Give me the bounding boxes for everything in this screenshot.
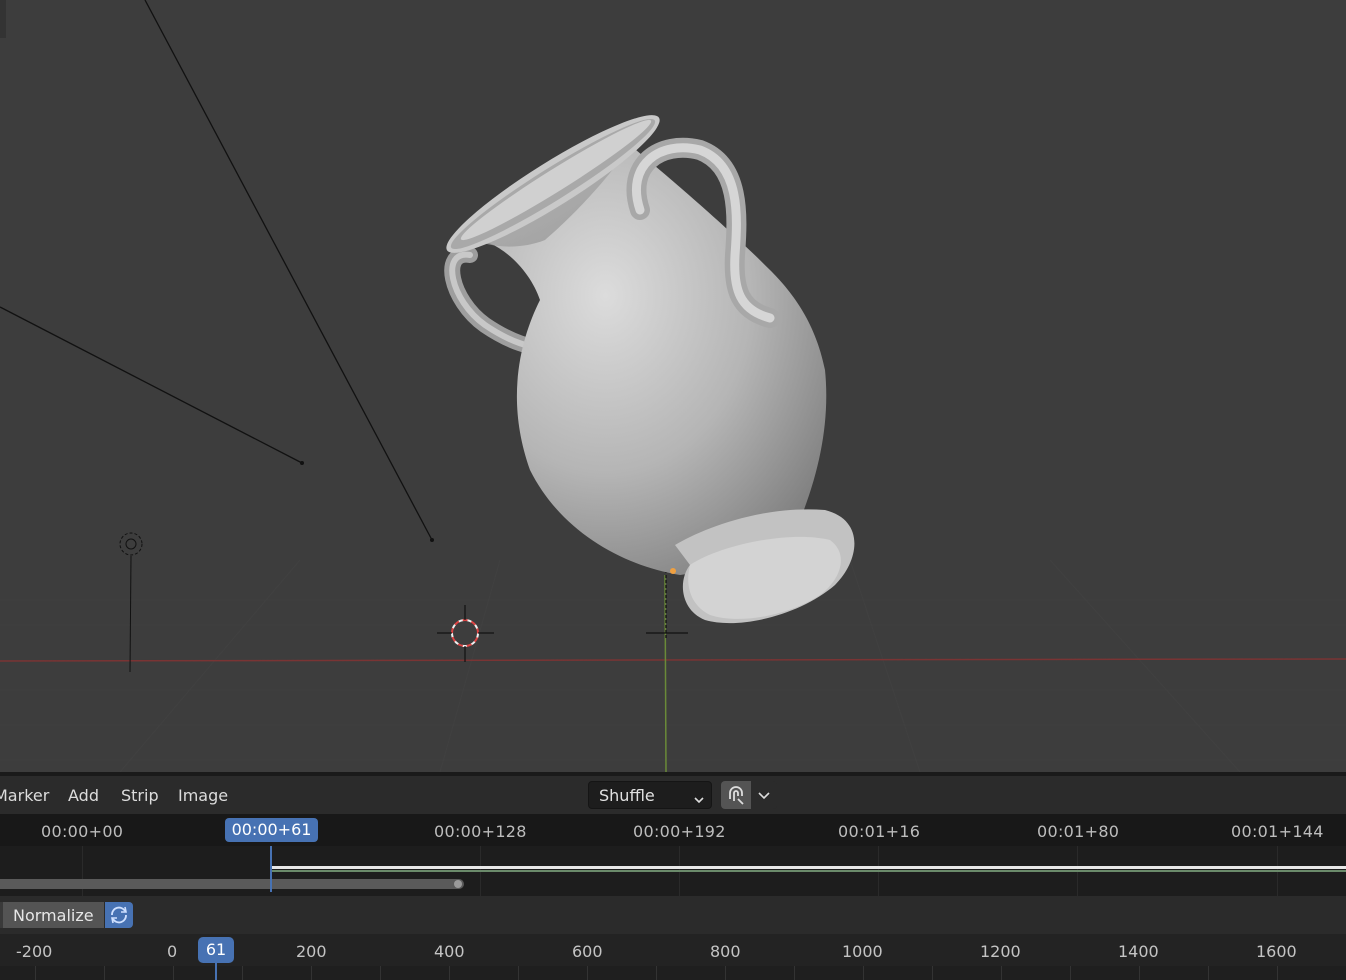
object-origin-icon bbox=[670, 568, 676, 574]
horizontal-scrollbar[interactable] bbox=[0, 879, 464, 889]
sequencer-strip[interactable] bbox=[272, 866, 1346, 869]
timecode-label: 00:01+144 bbox=[1231, 822, 1324, 841]
snap-toggle-button[interactable] bbox=[721, 781, 751, 809]
menu-marker[interactable]: Marker bbox=[0, 786, 49, 805]
scrollbar-handle[interactable] bbox=[454, 880, 462, 888]
refresh-icon bbox=[111, 906, 127, 924]
frame-label: 0 bbox=[167, 942, 178, 961]
light-object-icon bbox=[119, 532, 143, 673]
frame-label: 800 bbox=[710, 942, 741, 961]
current-frame-indicator[interactable]: 61 bbox=[198, 937, 234, 963]
overlap-mode-dropdown[interactable]: Shuffle bbox=[588, 781, 712, 809]
sequencer-strip-bottom bbox=[272, 870, 1346, 872]
frame-label: 1000 bbox=[842, 942, 883, 961]
normalize-label: Normalize bbox=[13, 906, 94, 925]
timecode-label: 00:00+128 bbox=[434, 822, 527, 841]
timecode-label: 00:01+16 bbox=[838, 822, 921, 841]
frame-label: -200 bbox=[16, 942, 53, 961]
graph-playhead[interactable] bbox=[215, 963, 217, 980]
timecode-label: 00:01+80 bbox=[1037, 822, 1120, 841]
normalize-toggle-button[interactable]: Normalize bbox=[0, 902, 104, 928]
sequencer-playhead[interactable] bbox=[270, 846, 272, 892]
timecode-label: 00:00+00 bbox=[41, 822, 124, 841]
auto-normalize-button[interactable] bbox=[105, 902, 133, 928]
3d-viewport[interactable] bbox=[0, 0, 1346, 772]
overlap-mode-label: Shuffle bbox=[599, 786, 655, 805]
menu-add[interactable]: Add bbox=[68, 786, 99, 805]
magnet-icon bbox=[729, 786, 744, 805]
empty-object-icon bbox=[646, 570, 688, 640]
current-timecode-indicator[interactable]: 00:00+61 bbox=[225, 818, 318, 842]
frame-label: 1200 bbox=[980, 942, 1021, 961]
timecode-label: 00:00+192 bbox=[633, 822, 726, 841]
frame-label: 1600 bbox=[1256, 942, 1297, 961]
vase-mesh bbox=[444, 115, 855, 624]
chevron-down-icon bbox=[693, 790, 705, 809]
snap-options-dropdown[interactable] bbox=[751, 781, 777, 809]
frame-label: 600 bbox=[572, 942, 603, 961]
light-direction-line bbox=[144, 0, 433, 541]
sequencer-time-ruler[interactable]: 00:00+00 00:00+128 00:00+192 00:01+16 00… bbox=[0, 814, 1346, 846]
sequencer-header: Marker Add Strip Image Shuffle bbox=[0, 776, 1346, 814]
camera-direction-line bbox=[0, 306, 303, 464]
chevron-down-icon bbox=[758, 792, 770, 800]
graph-area[interactable] bbox=[0, 966, 1346, 980]
graph-editor-header: Normalize bbox=[0, 896, 1346, 934]
z-axis-line bbox=[664, 574, 667, 772]
menu-strip[interactable]: Strip bbox=[121, 786, 159, 805]
frame-label: 400 bbox=[434, 942, 465, 961]
floor-grid bbox=[0, 559, 1346, 772]
frame-label: 200 bbox=[296, 942, 327, 961]
frame-ruler[interactable]: -200 0 200 400 600 800 1000 1200 1400 16… bbox=[0, 934, 1346, 980]
frame-label: 1400 bbox=[1118, 942, 1159, 961]
menu-image[interactable]: Image bbox=[178, 786, 228, 805]
x-axis-line bbox=[0, 658, 1346, 662]
3d-cursor-icon bbox=[437, 605, 494, 662]
sequencer-channels[interactable] bbox=[0, 846, 1346, 896]
